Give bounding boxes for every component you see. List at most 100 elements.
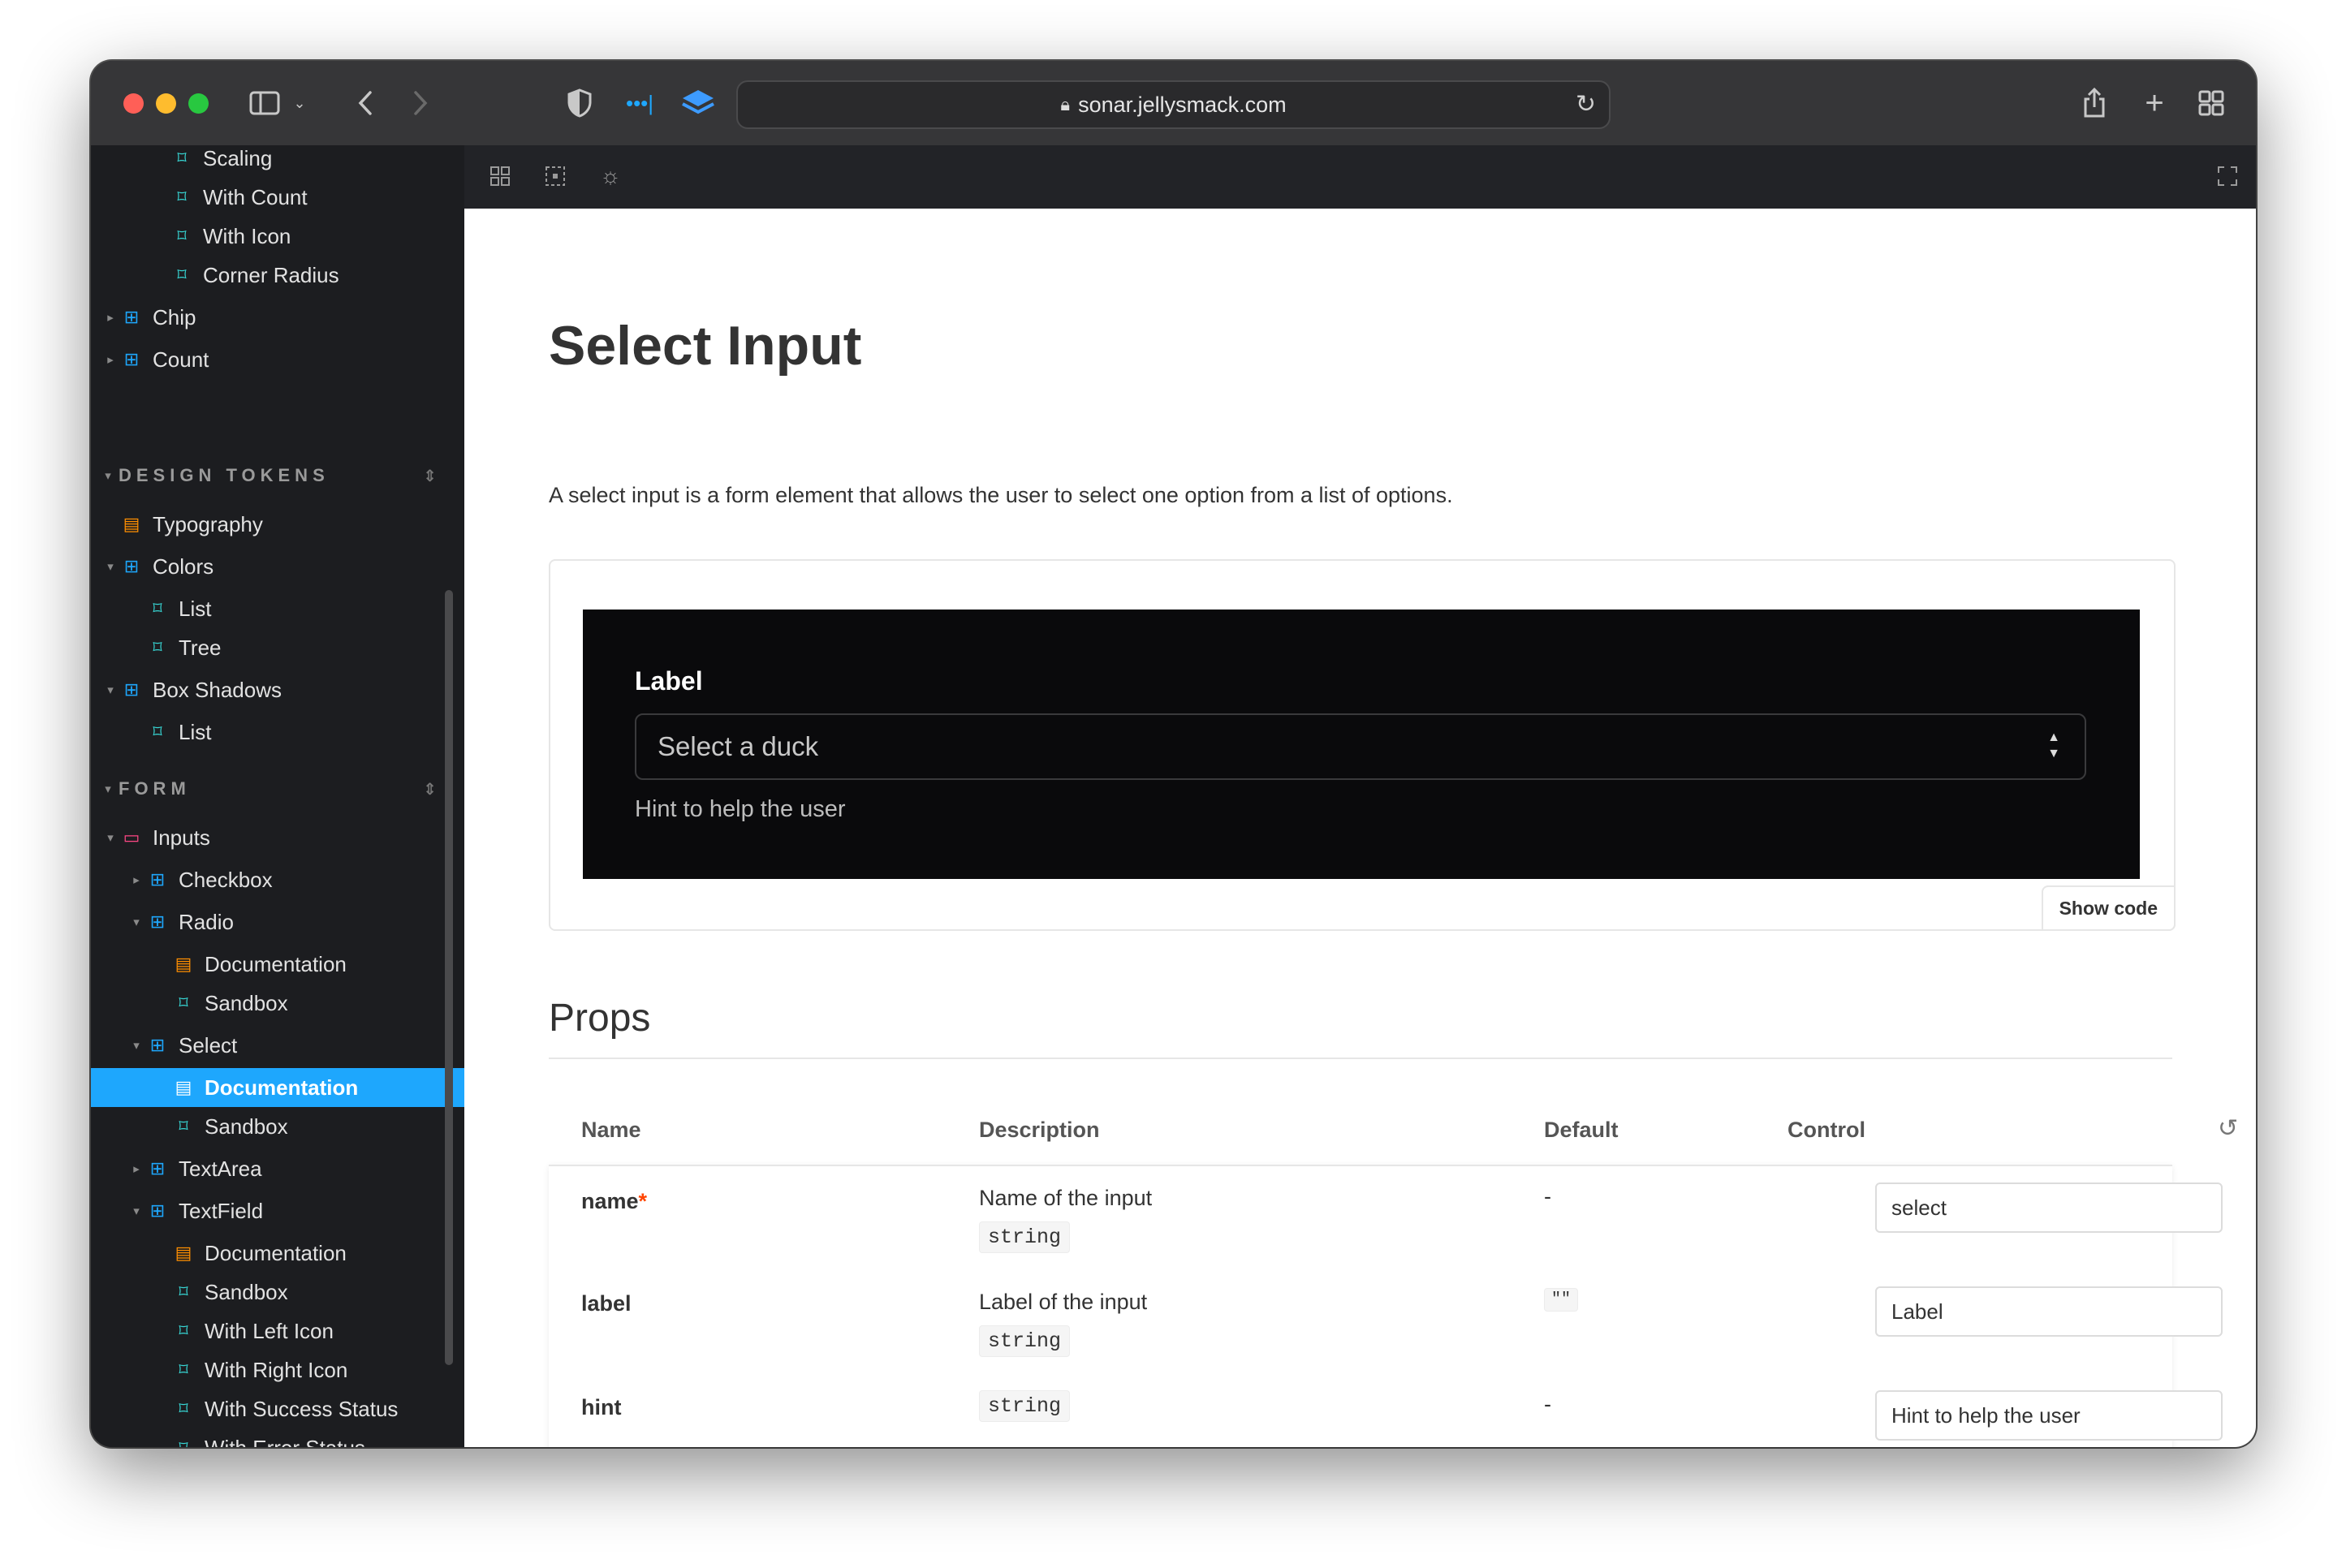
sidebar-item-label: Radio xyxy=(179,909,234,934)
caret-down-icon: ▾ xyxy=(105,782,116,796)
share-icon[interactable] xyxy=(2076,85,2112,121)
sidebar-item-textarea[interactable]: ▸ ⊞ TextArea xyxy=(91,1149,464,1188)
sidebar-item-documentation[interactable]: ▤ Documentation xyxy=(91,1234,464,1273)
control-input-label[interactable] xyxy=(1875,1286,2223,1337)
prop-type: string xyxy=(979,1325,1071,1357)
layers-extension-icon[interactable] xyxy=(679,85,718,121)
sidebar-item-with-success-status[interactable]: ⌑ With Success Status xyxy=(91,1389,464,1428)
sidebar-item-sandbox[interactable]: ⌑ Sandbox xyxy=(91,984,464,1023)
sidebar-item-with-left-icon[interactable]: ⌑ With Left Icon xyxy=(91,1312,464,1350)
prop-description: Name of the input xyxy=(979,1186,1153,1210)
docs-content: Select Input A select input is a form el… xyxy=(464,209,2256,1447)
sidebar-item-label: Typography xyxy=(153,511,263,536)
page-description: A select input is a form element that al… xyxy=(549,483,1453,507)
sidebar-item-sandbox[interactable]: ⌑ Sandbox xyxy=(91,1273,464,1312)
story-bookmark-icon: ⌑ xyxy=(177,148,187,168)
sidebar-item-with-error-status[interactable]: ⌑ With Error Status xyxy=(91,1428,464,1448)
component-grid-icon: ⊞ xyxy=(123,307,140,327)
back-arrow-icon[interactable] xyxy=(349,85,382,121)
duck-select[interactable]: Select a duck ▲ ▼ xyxy=(635,713,2086,780)
zoom-window-button[interactable] xyxy=(188,93,209,114)
close-window-button[interactable] xyxy=(123,93,144,114)
sidebar-item-label: TextArea xyxy=(179,1156,262,1181)
sidebar-item-tree[interactable]: ⌑ Tree xyxy=(91,628,464,667)
section-label: FORM xyxy=(119,778,191,799)
sidebar-item-radio[interactable]: ▾ ⊞ Radio xyxy=(91,902,464,941)
sidebar-item-with-icon[interactable]: ⌑ With Icon xyxy=(91,217,464,256)
component-grid-icon: ⊞ xyxy=(123,556,140,576)
grid-icon[interactable] xyxy=(484,160,516,192)
sidebar-item-list[interactable]: ⌑ List xyxy=(91,589,464,628)
expand-collapse-icon[interactable]: ⇕ xyxy=(423,466,437,486)
show-code-button[interactable]: Show code xyxy=(2041,885,2176,931)
sidebar-scrollbar[interactable] xyxy=(445,590,453,1365)
sidebar-item-chip[interactable]: ▸ ⊞ Chip xyxy=(91,298,464,337)
control-input-name[interactable] xyxy=(1875,1182,2223,1233)
sidebar-item-textfield[interactable]: ▾ ⊞ TextField xyxy=(91,1191,464,1230)
sidebar-item-list[interactable]: ⌑ List xyxy=(91,713,464,752)
required-asterisk: * xyxy=(638,1189,648,1213)
fullscreen-icon[interactable] xyxy=(2211,160,2244,192)
prop-type: string xyxy=(979,1221,1071,1253)
component-grid-icon: ⊞ xyxy=(149,911,166,932)
sidebar-item-label: Sandbox xyxy=(205,990,288,1015)
sidebar-item-scaling[interactable]: ⌑ Scaling xyxy=(91,145,464,178)
sidebar-item-label: Scaling xyxy=(203,145,273,170)
forward-arrow-icon[interactable] xyxy=(404,85,437,121)
sidebar-item-documentation[interactable]: ▤ Documentation xyxy=(91,945,464,984)
new-tab-plus-icon[interactable]: + xyxy=(2137,85,2172,121)
sidebar-item-inputs[interactable]: ▾ ▭ Inputs xyxy=(91,818,464,857)
folder-icon: ▭ xyxy=(123,827,140,847)
sidebar-item-label: Documentation xyxy=(205,1240,347,1265)
story-bookmark-icon: ⌑ xyxy=(179,1282,188,1302)
sidebar-item-sandbox[interactable]: ⌑ Sandbox xyxy=(91,1107,464,1146)
story-bookmark-icon: ⌑ xyxy=(179,1320,188,1341)
props-table: name* Name of the input string - label L… xyxy=(549,1165,2223,1447)
privacy-shield-icon[interactable] xyxy=(562,85,597,121)
sidebar-item-typography[interactable]: ▤ Typography xyxy=(91,505,464,544)
control-input-hint[interactable] xyxy=(1875,1390,2223,1441)
story-bookmark-icon: ⌑ xyxy=(153,637,162,657)
caret-down-icon: ▾ xyxy=(107,560,114,574)
document-icon: ▤ xyxy=(175,954,192,974)
tab-overview-icon[interactable] xyxy=(2193,85,2229,121)
preview-toolbar: ☼ xyxy=(464,145,2256,210)
minimize-window-button[interactable] xyxy=(156,93,176,114)
sidebar-item-corner-radius[interactable]: ⌑ Corner Radius xyxy=(91,256,464,295)
caret-down-icon: ▾ xyxy=(107,831,114,845)
column-header-description: Description xyxy=(979,1118,1100,1142)
sidebar-section-design-tokens[interactable]: ▾ DESIGN TOKENS ⇕ xyxy=(91,458,464,493)
browser-titlebar: ⌄ •••| 🔒︎ sonar.jellysmack.com ↻ + xyxy=(91,61,2256,147)
page-title: Select Input xyxy=(549,315,862,377)
sidebar-item-label: Sandbox xyxy=(205,1279,288,1304)
component-grid-icon: ⊞ xyxy=(149,1035,166,1055)
sidebar-item-colors[interactable]: ▾ ⊞ Colors xyxy=(91,547,464,586)
chevron-down-icon[interactable]: ⌄ xyxy=(289,85,310,121)
outline-icon[interactable] xyxy=(539,160,571,192)
sidebar-item-with-count[interactable]: ⌑ With Count xyxy=(91,178,464,217)
sidebar-item-box-shadows[interactable]: ▾ ⊞ Box Shadows xyxy=(91,670,464,709)
sidebar-item-documentation[interactable]: ▤ Documentation xyxy=(91,1068,464,1107)
sidebar-item-count[interactable]: ▸ ⊞ Count xyxy=(91,340,464,379)
document-icon: ▤ xyxy=(123,514,140,534)
sidebar-item-select[interactable]: ▾ ⊞ Select xyxy=(91,1026,464,1065)
reset-controls-icon[interactable]: ↺ xyxy=(2218,1114,2238,1143)
sidebar-item-with-right-icon[interactable]: ⌑ With Right Icon xyxy=(91,1350,464,1389)
sidebar-item-checkbox[interactable]: ▸ ⊞ Checkbox xyxy=(91,860,464,899)
sidebar-item-label: Documentation xyxy=(205,951,347,976)
prop-description: Label of the input xyxy=(979,1290,1148,1314)
theme-sun-icon[interactable]: ☼ xyxy=(594,160,627,192)
story-bookmark-icon: ⌑ xyxy=(153,722,162,742)
sidebar-toggle-icon[interactable] xyxy=(247,85,282,121)
component-grid-icon: ⊞ xyxy=(149,1200,166,1221)
lock-icon: 🔒︎ xyxy=(1060,94,1071,114)
story-bookmark-icon: ⌑ xyxy=(170,1437,196,1447)
sidebar-section-form[interactable]: ▾ FORM ⇕ xyxy=(91,771,464,807)
component-grid-icon: ⊞ xyxy=(149,1158,166,1178)
extension-dots-icon[interactable]: •••| xyxy=(620,85,659,121)
reload-icon[interactable]: ↻ xyxy=(1576,90,1596,118)
address-bar[interactable]: 🔒︎ sonar.jellysmack.com ↻ xyxy=(736,80,1611,129)
expand-collapse-icon[interactable]: ⇕ xyxy=(423,779,437,799)
caret-down-icon: ▾ xyxy=(133,915,140,929)
sidebar-item-label: List xyxy=(179,719,212,744)
